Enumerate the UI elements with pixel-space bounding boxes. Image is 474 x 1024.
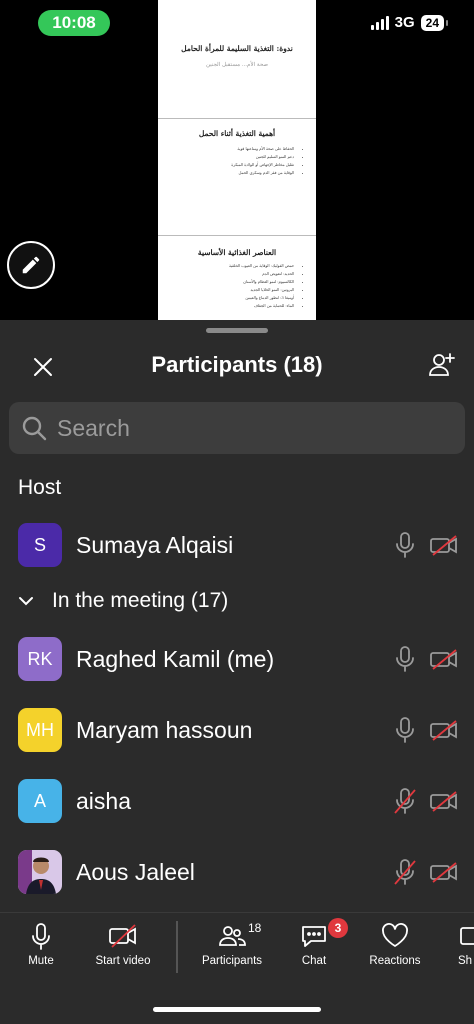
annotate-button[interactable]: [7, 241, 55, 289]
slide-3: العناصر الغذائية الأساسية حمض الفوليك: ا…: [158, 236, 316, 322]
reactions-button[interactable]: Reactions: [366, 921, 424, 967]
host-section-label: Host: [18, 476, 62, 499]
signal-icon: [370, 15, 389, 30]
participants-count: 18: [248, 921, 262, 935]
panel-title: Participants (18): [151, 352, 323, 377]
status-time: 10:08: [38, 10, 110, 36]
participant-row[interactable]: RK Raghed Kamil (me): [0, 631, 474, 687]
profile-photo: [18, 850, 62, 894]
close-button[interactable]: [30, 354, 56, 380]
microphone-icon[interactable]: [394, 717, 416, 743]
participants-label: Participants: [201, 955, 263, 967]
participants-icon: [219, 926, 246, 946]
participant-row-host[interactable]: S Sumaya Alqaisi: [0, 517, 474, 573]
slide-bullet: الماء: للحماية من الجفاف: [170, 303, 294, 308]
slide-subtitle: صحة الأم... مستقبل الجنين: [205, 62, 269, 68]
slide-bullet: الحديد: لتعويض الدم: [170, 271, 294, 276]
video-off-icon[interactable]: [430, 534, 458, 556]
participant-name: Maryam hassoun: [76, 716, 253, 743]
share-label: Sh: [458, 955, 473, 967]
search-input[interactable]: Search: [9, 402, 465, 454]
slide-title: العناصر الغذائية الأساسية: [197, 248, 277, 257]
in-meeting-label: In the meeting (17): [52, 589, 229, 612]
chat-icon: [302, 926, 326, 947]
video-off-icon[interactable]: [430, 790, 458, 812]
drag-handle[interactable]: [206, 328, 268, 333]
avatar: A: [18, 779, 62, 823]
microphone-icon: [32, 923, 50, 950]
status-indicators: 3G 24: [370, 14, 449, 31]
participant-name: aisha: [76, 787, 131, 814]
participant-row[interactable]: A aisha: [0, 773, 474, 829]
share-button[interactable]: Sh: [458, 921, 474, 967]
slide-title: ندوة: التغذية السليمة للمرأة الحامل: [181, 44, 293, 53]
microphone-icon[interactable]: [394, 532, 416, 558]
participant-name: Raghed Kamil (me): [76, 645, 275, 672]
close-icon: [34, 358, 52, 376]
slide-title: أهمية التغذية أثناء الحمل: [198, 129, 276, 138]
microphone-muted-icon[interactable]: [394, 788, 416, 814]
microphone-muted-icon[interactable]: [394, 859, 416, 885]
pencil-icon: [22, 256, 40, 274]
slide-bullet: الوقاية من فقر الدم وسكري الحمل: [170, 170, 295, 175]
chat-label: Chat: [301, 955, 327, 967]
chat-button[interactable]: Chat: [297, 921, 331, 967]
participant-row[interactable]: MH Maryam hassoun: [0, 702, 474, 758]
slide-1: ندوة: التغذية السليمة للمرأة الحامل صحة …: [158, 0, 316, 119]
reactions-label: Reactions: [369, 955, 421, 967]
video-off-icon[interactable]: [430, 719, 458, 741]
in-meeting-toggle[interactable]: In the meeting (17): [18, 589, 228, 613]
video-off-icon[interactable]: [430, 861, 458, 883]
avatar: MH: [18, 708, 62, 752]
avatar: RK: [18, 637, 62, 681]
invite-button[interactable]: [426, 350, 456, 380]
search-icon: [22, 416, 47, 441]
participant-name: Aous Jaleel: [76, 858, 195, 885]
slide-bullet: تقليل مخاطر الإجهاض أو الولادة المبكرة: [170, 162, 294, 167]
chat-unread-badge: 3: [328, 918, 348, 938]
heart-icon: [382, 923, 408, 947]
slide-bullet: البروتين: النمو الخلايا الجديد: [170, 287, 294, 292]
home-indicator[interactable]: [153, 1007, 321, 1012]
battery-level: 24: [420, 14, 449, 31]
slide-bullet: حمض الفوليك: الوقاية من العيوب الخلقية: [170, 263, 294, 268]
video-off-icon[interactable]: [430, 648, 458, 670]
network-type: 3G: [394, 14, 415, 31]
participant-row[interactable]: Aous Jaleel: [0, 844, 474, 900]
add-person-icon: [429, 353, 455, 376]
start-video-label: Start video: [95, 955, 151, 967]
mute-label: Mute: [28, 955, 54, 967]
search-placeholder: Search: [57, 414, 130, 441]
share-icon: [460, 927, 474, 945]
avatar: S: [18, 523, 62, 567]
shared-document[interactable]: ندوة: التغذية السليمة للمرأة الحامل صحة …: [158, 0, 316, 322]
slide-bullet: دعم النمو السليم للجنين: [170, 154, 294, 159]
slide-2: أهمية التغذية أثناء الحمل الحفاظ على صحة…: [158, 119, 316, 236]
chevron-down-icon: [19, 597, 33, 606]
participant-name: Sumaya Alqaisi: [76, 531, 234, 558]
microphone-icon[interactable]: [394, 646, 416, 672]
panel-header: Participants (18): [0, 346, 474, 386]
video-off-icon: [109, 924, 136, 948]
avatar-photo: [18, 850, 62, 894]
start-video-button[interactable]: Start video: [90, 921, 156, 967]
slide-bullet: الحفاظ على صحة الأم ومناعتها قوية: [170, 146, 294, 151]
toolbar-divider: [176, 921, 178, 973]
slide-bullet: الكالسيوم: لنمو العظام والأسنان: [170, 279, 294, 284]
slide-bullet: أوميغا 3: لتطور الدماغ والعينين: [170, 295, 294, 300]
mute-button[interactable]: Mute: [22, 921, 60, 967]
